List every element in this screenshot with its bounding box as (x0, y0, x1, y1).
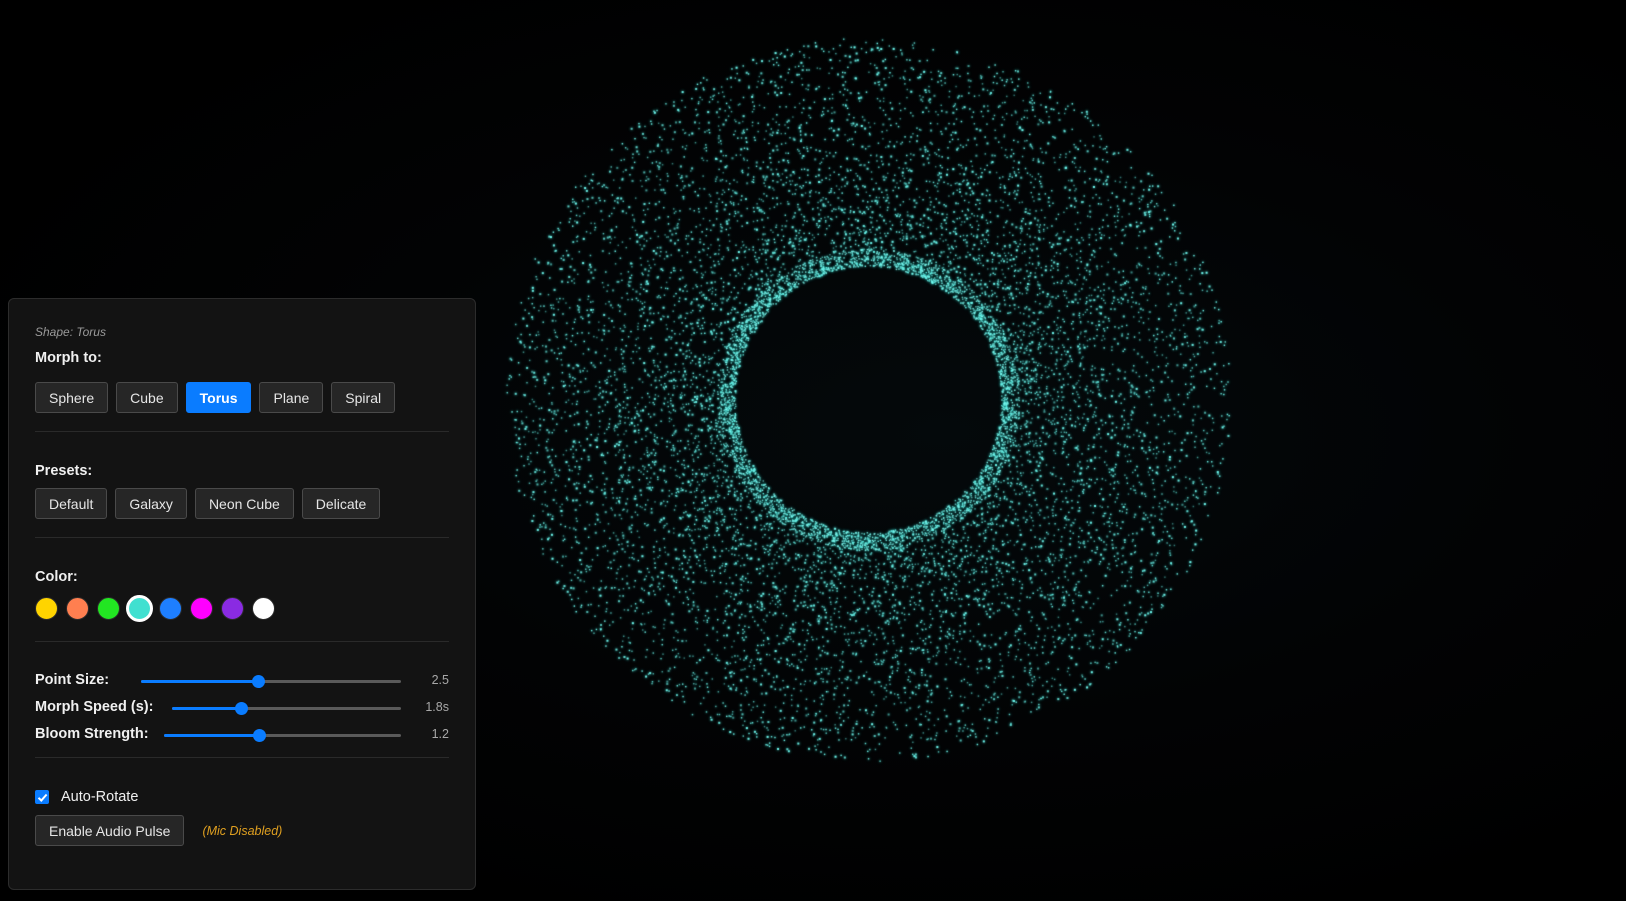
slider-thumb[interactable] (252, 675, 265, 688)
point-size-label: Point Size: (35, 672, 110, 688)
slider-thumb[interactable] (234, 702, 248, 715)
preset-default-button[interactable]: Default (35, 488, 108, 519)
presets-label: Presets: (35, 463, 93, 479)
slider-thumb[interactable] (252, 729, 266, 742)
morph-cube-button[interactable]: Cube (116, 382, 178, 413)
bloom-strength-slider-row: Bloom Strength: 1.2 (35, 725, 449, 745)
color-swatch-green[interactable] (97, 597, 120, 620)
bloom-strength-value: 1.2 (431, 727, 449, 741)
divider (35, 757, 449, 758)
divider (35, 537, 449, 538)
color-swatch-coral[interactable] (66, 597, 89, 620)
presets-button-row: Default Galaxy Neon Cube Delicate (35, 488, 381, 519)
point-size-slider[interactable] (141, 675, 401, 688)
control-panel: Shape: Torus Morph to: Sphere Cube Torus… (8, 298, 476, 890)
morph-speed-label: Morph Speed (s): (35, 699, 154, 715)
preset-galaxy-button[interactable]: Galaxy (115, 488, 187, 519)
morph-torus-button[interactable]: Torus (185, 382, 252, 413)
checkmark-icon (37, 793, 47, 802)
morph-button-row: Sphere Cube Torus Plane Spiral (35, 382, 396, 413)
slider-fill (172, 707, 241, 710)
mic-status: (Mic Disabled) (202, 823, 283, 838)
divider (35, 641, 449, 642)
color-swatch-white[interactable] (252, 597, 275, 620)
morph-plane-button[interactable]: Plane (259, 382, 324, 413)
color-swatch-row (35, 595, 275, 622)
auto-rotate-label: Auto-Rotate (61, 789, 139, 805)
point-size-slider-row: Point Size: 2.5 (35, 671, 449, 691)
preset-delicate-button[interactable]: Delicate (301, 488, 381, 519)
morph-spiral-button[interactable]: Spiral (331, 382, 396, 413)
color-swatch-purple[interactable] (221, 597, 244, 620)
color-label: Color: (35, 569, 78, 585)
preset-neon-cube-button[interactable]: Neon Cube (194, 488, 294, 519)
color-swatch-blue[interactable] (159, 597, 182, 620)
shape-status: Shape: Torus (35, 325, 106, 339)
slider-fill (141, 680, 258, 683)
bloom-strength-label: Bloom Strength: (35, 726, 149, 742)
morph-speed-value: 1.8s (425, 700, 449, 714)
divider (35, 431, 449, 432)
color-swatch-magenta[interactable] (190, 597, 213, 620)
morph-sphere-button[interactable]: Sphere (35, 382, 109, 413)
morph-speed-slider[interactable] (172, 702, 401, 715)
enable-audio-pulse-button[interactable]: Enable Audio Pulse (35, 815, 185, 846)
auto-rotate-checkbox[interactable] (35, 790, 49, 804)
point-size-value: 2.5 (431, 673, 449, 687)
slider-fill (164, 734, 259, 737)
bloom-strength-slider[interactable] (164, 729, 401, 742)
audio-row: Enable Audio Pulse (Mic Disabled) (35, 815, 282, 846)
color-swatch-yellow[interactable] (35, 597, 58, 620)
morph-label: Morph to: (35, 350, 102, 366)
color-swatch-turquoise[interactable] (126, 595, 153, 622)
morph-speed-slider-row: Morph Speed (s): 1.8s (35, 698, 449, 718)
auto-rotate-row: Auto-Rotate (35, 789, 138, 805)
